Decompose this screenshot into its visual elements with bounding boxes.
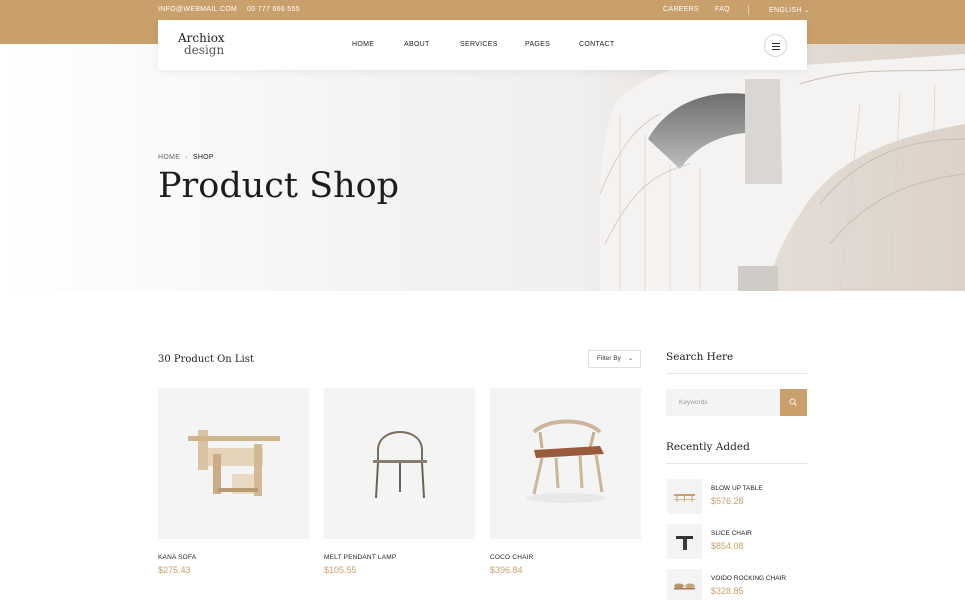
breadcrumb-home[interactable]: HOME <box>158 154 180 161</box>
nav-pages[interactable]: PAGES <box>525 41 550 48</box>
table-icon <box>674 494 695 502</box>
recent-name: BLOW UP TABLE <box>711 485 763 492</box>
topbar-divider <box>748 5 749 15</box>
hero-banner: HOME › SHOP Product Shop <box>0 44 965 291</box>
nav-about[interactable]: ABOUT <box>404 41 430 48</box>
product-name[interactable]: MELT PENDANT LAMP <box>324 554 475 561</box>
breadcrumb-current: SHOP <box>192 154 214 161</box>
faq-link[interactable]: FAQ <box>715 6 730 13</box>
slice-chair-icon <box>676 536 693 550</box>
language-label: ENGLISH <box>769 7 802 14</box>
divider <box>666 463 807 464</box>
product-name[interactable]: KANA SOFA <box>158 554 309 561</box>
search-heading: Search Here <box>666 351 734 363</box>
nav-services[interactable]: SERVICES <box>460 41 498 48</box>
recent-thumbnail[interactable] <box>667 479 702 514</box>
breadcrumb: HOME › SHOP <box>158 154 214 161</box>
hamburger-icon <box>772 43 780 44</box>
main-header: Archiox design HOME ABOUT SERVICES PAGES… <box>158 20 807 70</box>
product-card[interactable]: KANA SOFA $275.43 <box>158 388 309 575</box>
recent-item[interactable]: SLICE CHAIR $854.08 <box>666 524 807 564</box>
product-name[interactable]: COCO CHAIR <box>490 554 641 561</box>
product-price: $105.55 <box>324 565 357 575</box>
recent-item[interactable]: VOIDO ROCKING CHAIR $328.85 <box>666 569 807 600</box>
search-input[interactable] <box>666 389 780 416</box>
chevron-down-icon: ⌄ <box>627 356 633 362</box>
recent-name: VOIDO ROCKING CHAIR <box>711 575 787 582</box>
rocking-chair-icon <box>674 583 695 590</box>
recent-price: $328.85 <box>711 586 744 596</box>
product-count: 30 Product On List <box>158 354 254 365</box>
wooden-dining-chair-icon <box>526 419 606 503</box>
product-price: $396.84 <box>490 565 523 575</box>
recent-price: $854.08 <box>711 541 744 551</box>
recent-heading: Recently Added <box>666 441 750 453</box>
recent-name: SLICE CHAIR <box>711 530 752 537</box>
divider <box>666 373 807 374</box>
product-image[interactable] <box>158 388 309 539</box>
search-button[interactable] <box>780 389 807 416</box>
product-image[interactable] <box>324 388 475 539</box>
contact-phone[interactable]: 00 777 666 555 <box>247 6 300 13</box>
product-card[interactable]: COCO CHAIR $396.84 <box>490 388 641 575</box>
recent-thumbnail[interactable] <box>667 569 702 600</box>
chevron-down-icon: ⌄ <box>804 7 811 14</box>
wooden-lounge-chair-icon <box>188 430 280 496</box>
nav-contact[interactable]: CONTACT <box>579 41 614 48</box>
contact-email[interactable]: INFO@WEBMAIL.COM <box>158 6 237 13</box>
page-title: Product Shop <box>158 166 400 206</box>
round-back-chair-icon <box>373 431 427 499</box>
careers-link[interactable]: CAREERS <box>663 6 699 13</box>
product-price: $275.43 <box>158 565 191 575</box>
hamburger-icon-line <box>772 49 780 50</box>
product-card[interactable]: MELT PENDANT LAMP $105.55 <box>324 388 475 575</box>
logo-line2: design <box>184 43 225 57</box>
language-selector[interactable]: ENGLISH ⌄ <box>769 6 810 14</box>
site-logo[interactable]: Archiox design <box>178 32 225 56</box>
search-icon <box>789 398 797 406</box>
filter-label: Filter By <box>597 355 621 362</box>
menu-button[interactable] <box>764 34 787 57</box>
filter-dropdown[interactable]: Filter By ⌄ <box>588 350 641 368</box>
hamburger-icon-line <box>772 46 780 47</box>
nav-home[interactable]: HOME <box>352 41 374 48</box>
recent-price: $576.28 <box>711 496 744 506</box>
recent-thumbnail[interactable] <box>667 524 702 559</box>
recent-item[interactable]: BLOW UP TABLE $576.28 <box>666 479 807 519</box>
product-image[interactable] <box>490 388 641 539</box>
chevron-right-icon: › <box>185 154 188 161</box>
architecture-image <box>560 44 965 291</box>
